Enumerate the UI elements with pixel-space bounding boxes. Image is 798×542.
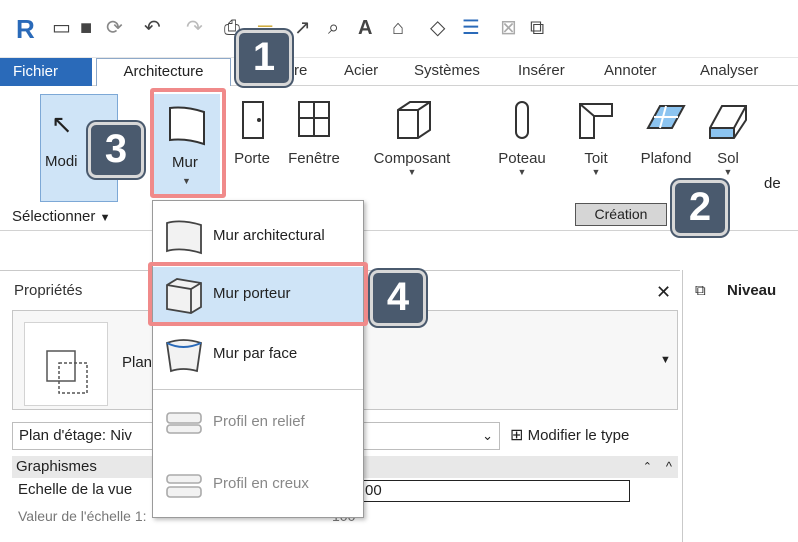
highlight-mur-porteur (148, 262, 368, 326)
ceiling-icon (646, 105, 686, 129)
text-icon[interactable]: A (358, 16, 372, 40)
collapse-icon[interactable]: ⌃ (643, 456, 652, 478)
poteau-label: Poteau (498, 150, 546, 167)
modify-type-label: Modifier le type (527, 427, 630, 444)
close-icon[interactable]: ✕ (656, 282, 671, 303)
menu-item-label: Mur architectural (213, 227, 325, 244)
poteau-dropdown-arrow-icon[interactable]: ▼ (492, 167, 552, 177)
menu-item-profil-en-relief: Profil en relief (153, 395, 363, 451)
tab-structure[interactable]: re (294, 62, 307, 79)
instance-selector-text: Plan d'étage: Niv (19, 427, 132, 444)
close-hidden-icon[interactable]: ⊠ (500, 16, 517, 40)
tab-analyser[interactable]: Analyser (700, 62, 758, 79)
modify-type-button[interactable]: ⊞ Modifier le type (510, 422, 678, 450)
select-panel-arrow-icon: ▼ (99, 212, 111, 224)
tab-systemes[interactable]: Systèmes (414, 62, 480, 79)
type-dropdown-arrow-icon[interactable]: ▼ (660, 354, 671, 366)
level-view-icon: ⧉ (695, 282, 706, 299)
fenetre-button[interactable]: Fenêtre (284, 98, 344, 167)
toit-button[interactable]: Toit ▼ (574, 98, 618, 177)
undo-icon[interactable]: ↶ (144, 16, 161, 40)
menu-divider (153, 389, 363, 390)
composant-dropdown-arrow-icon[interactable]: ▼ (362, 167, 462, 177)
menu-item-profil-en-creux: Profil en creux (153, 457, 363, 513)
plafond-label: Plafond (640, 150, 692, 167)
level-view-title[interactable]: Niveau (727, 282, 776, 299)
creation-panel-label: Création (575, 203, 667, 226)
save-icon[interactable]: ■ (80, 16, 92, 40)
edit-type-icon: ⊞ (510, 427, 524, 444)
tab-annoter[interactable]: Annoter (604, 62, 657, 79)
composant-label: Composant (373, 150, 451, 167)
open-icon[interactable]: ▭ (52, 16, 71, 40)
dimension-icon[interactable]: ↗ (294, 16, 311, 40)
switch-windows-icon[interactable]: ⧉ (530, 16, 544, 40)
callout-1: 1 (236, 30, 292, 86)
revit-logo-icon[interactable]: R (16, 16, 35, 42)
property-label: Echelle de la vue (18, 481, 133, 498)
ribbon-truncated-label: de (764, 175, 781, 192)
quick-access-toolbar: R ▭ ■ ⟳ ↶ ↷ ⎙ ═ ↗ ⌕ A ⌂ ◇ ☰ ⊠ ⧉ (0, 0, 798, 58)
menu-item-mur-architectural[interactable]: Mur architectural (153, 209, 363, 265)
tag-icon[interactable]: ⌕ (328, 16, 339, 40)
sol-button[interactable]: Sol ▼ (706, 98, 750, 177)
wall-sweep-icon (166, 412, 202, 434)
callout-4: 4 (370, 270, 426, 326)
sol-dropdown-arrow-icon[interactable]: ▼ (706, 167, 750, 177)
select-panel-text: Sélectionner (12, 208, 96, 225)
redo-icon[interactable]: ↷ (186, 16, 203, 40)
property-value-field[interactable]: 00 (360, 480, 630, 502)
thin-lines-icon[interactable]: ☰ (462, 16, 480, 40)
sol-label: Sol (717, 150, 739, 167)
type-name: Plan (122, 354, 153, 371)
menu-item-label: Profil en relief (213, 413, 305, 430)
cursor-arrow-icon: ↖ (51, 109, 73, 139)
toit-dropdown-arrow-icon[interactable]: ▼ (574, 167, 618, 177)
wall-reveal-icon (166, 474, 202, 498)
callout-3: 3 (88, 122, 144, 178)
window-icon (298, 101, 330, 137)
porte-label: Porte (234, 150, 270, 167)
plafond-button[interactable]: Plafond (632, 98, 700, 167)
chevron-down-icon: ⌄ (482, 428, 493, 443)
select-panel-label[interactable]: Sélectionner ▼ (12, 208, 110, 225)
door-icon (242, 101, 264, 139)
tab-architecture[interactable]: Architecture (96, 58, 231, 86)
tab-fichier[interactable]: Fichier (0, 58, 92, 86)
property-label: Valeur de l'échelle 1: (18, 508, 147, 524)
3d-view-icon[interactable]: ⌂ (392, 16, 404, 40)
property-value: 00 (365, 482, 382, 499)
menu-item-label: Mur par face (213, 345, 298, 362)
menu-item-label: Profil en creux (213, 475, 309, 492)
graphics-group-label: Graphismes (16, 458, 97, 475)
component-icon (397, 101, 431, 139)
menu-item-mur-par-face[interactable]: Mur par face (153, 327, 363, 383)
tab-acier[interactable]: Acier (344, 62, 378, 79)
sync-icon[interactable]: ⟳ (106, 16, 123, 40)
face-wall-icon (166, 339, 202, 373)
composant-button[interactable]: Composant ▼ (362, 98, 462, 177)
section-icon[interactable]: ◇ (430, 16, 445, 40)
poteau-button[interactable]: Poteau ▼ (492, 98, 552, 177)
modify-label: Modi (45, 153, 78, 170)
wall-dropdown-menu: Mur architectural Mur porteur Mur par fa… (152, 200, 364, 518)
highlight-mur-button (150, 88, 226, 198)
floor-icon (709, 105, 747, 139)
fenetre-label: Fenêtre (288, 150, 340, 167)
tab-inserer[interactable]: Insérer (518, 62, 565, 79)
column-icon (515, 101, 529, 139)
architectural-wall-icon (166, 220, 202, 255)
floor-plan-type-icon (24, 322, 108, 406)
scroll-up-icon[interactable]: ^ (666, 456, 672, 478)
toit-label: Toit (584, 150, 608, 167)
roof-icon (579, 103, 613, 139)
project-browser-panel: ⧉ Niveau (682, 270, 798, 542)
porte-button[interactable]: Porte (228, 98, 276, 167)
callout-2: 2 (672, 180, 728, 236)
